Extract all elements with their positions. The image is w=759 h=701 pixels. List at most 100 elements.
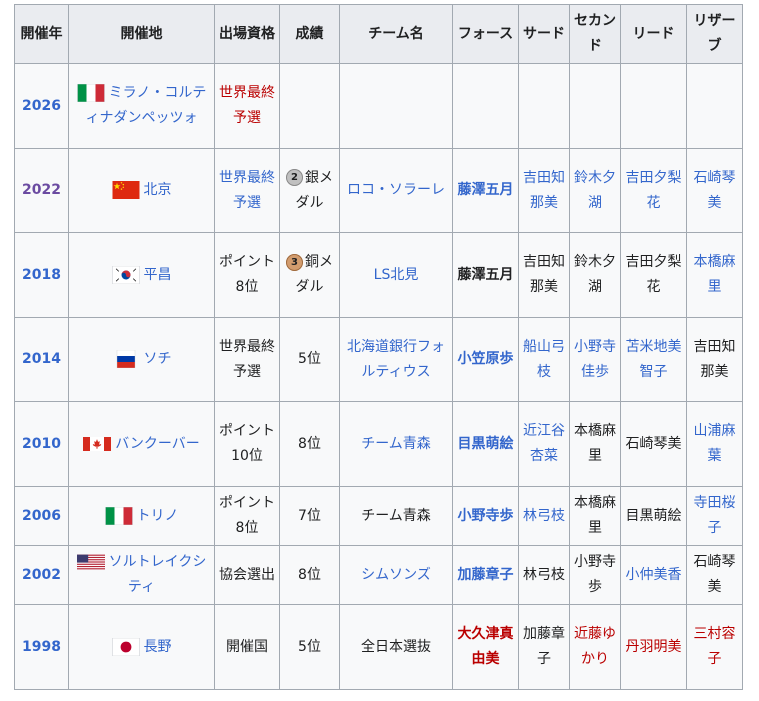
third-cell[interactable]: 吉田知那美 bbox=[518, 148, 570, 233]
second-cell[interactable]: 近藤ゆかり bbox=[569, 604, 621, 690]
fourth-cell[interactable]: 藤澤五月 bbox=[452, 148, 519, 233]
fourth-cell[interactable]: 小野寺歩 bbox=[452, 486, 519, 546]
venue-cell: 長野 bbox=[68, 604, 215, 690]
lead-cell[interactable]: 吉田夕梨花 bbox=[620, 148, 687, 233]
qualification-cell: ポイント10位 bbox=[214, 401, 280, 487]
venue-link[interactable]: ソチ bbox=[144, 351, 172, 367]
result-cell: 5位 bbox=[279, 604, 340, 690]
reserve-cell[interactable]: 寺田桜子 bbox=[686, 486, 743, 546]
lead-cell: 目黒萌絵 bbox=[620, 486, 687, 546]
fourth-cell: 藤澤五月 bbox=[452, 232, 519, 318]
venue-link[interactable]: 北京 bbox=[144, 182, 172, 198]
team-cell[interactable]: チーム青森 bbox=[339, 401, 453, 487]
qualification-cell: ポイント8位 bbox=[214, 486, 280, 546]
table-row: 2010 バンクーバー ポイント10位 8位 チーム青森 目黒萌絵 近江谷杏菜 … bbox=[14, 401, 743, 487]
qualification-cell: ポイント8位 bbox=[214, 232, 280, 318]
header-fourth[interactable]: フォース bbox=[452, 4, 519, 64]
table-row: 2006 トリノ ポイント8位 7位 チーム青森 小野寺歩 林弓枝 本橋麻里 目… bbox=[14, 486, 743, 546]
third-cell bbox=[518, 63, 570, 149]
team-cell[interactable]: 北海道銀行フォルティウス bbox=[339, 317, 453, 402]
lead-cell: 石崎琴美 bbox=[620, 401, 687, 487]
second-cell: 本橋麻里 bbox=[569, 486, 621, 546]
venue-cell: ミラノ・コルティナダンペッツォ bbox=[68, 63, 215, 149]
third-cell: 吉田知那美 bbox=[518, 232, 570, 318]
fourth-cell[interactable]: 小笠原歩 bbox=[452, 317, 519, 402]
header-second[interactable]: セカンド bbox=[569, 4, 621, 64]
reserve-cell[interactable]: 石崎琴美 bbox=[686, 148, 743, 233]
fourth-cell[interactable]: 大久津真由美 bbox=[452, 604, 519, 690]
lead-cell: 吉田夕梨花 bbox=[620, 232, 687, 318]
result-cell: 2 銀メダル bbox=[279, 148, 340, 233]
header-team[interactable]: チーム名 bbox=[339, 4, 453, 64]
year-cell[interactable]: 2006 bbox=[14, 486, 69, 546]
venue-link[interactable]: ソルトレイクシティ bbox=[109, 554, 207, 595]
reserve-cell[interactable]: 本橋麻里 bbox=[686, 232, 743, 318]
year-cell[interactable]: 2022 bbox=[14, 148, 69, 233]
qualification-cell: 開催国 bbox=[214, 604, 280, 690]
table-row: 2002 ソルトレイクシティ 協会選出 8位 シムソンズ 加藤章子 林弓枝 小野… bbox=[14, 545, 743, 605]
canada-flag-icon bbox=[83, 435, 112, 453]
venue-cell: ソルトレイクシティ bbox=[68, 545, 215, 605]
table-row: 2022 北京 世界最終予選 2 銀メダル ロコ・ソラーレ 藤澤五月 吉田知那美 … bbox=[14, 148, 743, 233]
year-cell[interactable]: 2014 bbox=[14, 317, 69, 402]
reserve-cell: 石崎琴美 bbox=[686, 545, 743, 605]
year-cell[interactable]: 2026 bbox=[14, 63, 69, 149]
result-cell: 7位 bbox=[279, 486, 340, 546]
venue-cell: バンクーバー bbox=[68, 401, 215, 487]
china-flag-icon bbox=[112, 181, 140, 199]
result-cell: 5位 bbox=[279, 317, 340, 402]
venue-cell: トリノ bbox=[68, 486, 215, 546]
team-cell[interactable]: LS北見 bbox=[339, 232, 453, 318]
year-cell[interactable]: 2010 bbox=[14, 401, 69, 487]
third-cell: 加藤章子 bbox=[518, 604, 570, 690]
fourth-cell[interactable]: 加藤章子 bbox=[452, 545, 519, 605]
venue-link[interactable]: トリノ bbox=[137, 508, 179, 524]
header-year[interactable]: 開催年 bbox=[14, 4, 69, 64]
venue-link[interactable]: 長野 bbox=[144, 639, 172, 655]
second-cell[interactable]: 鈴木夕湖 bbox=[569, 148, 621, 233]
venue-link[interactable]: バンクーバー bbox=[115, 436, 200, 452]
venue-link[interactable]: 平昌 bbox=[144, 267, 172, 283]
year-cell[interactable]: 1998 bbox=[14, 604, 69, 690]
team-cell[interactable]: ロコ・ソラーレ bbox=[339, 148, 453, 233]
russia-flag-icon bbox=[112, 350, 140, 368]
reserve-cell[interactable]: 山浦麻葉 bbox=[686, 401, 743, 487]
japan-flag-icon bbox=[111, 637, 140, 656]
bronze-medal-icon: 3 bbox=[286, 253, 303, 271]
lead-cell[interactable]: 丹羽明美 bbox=[620, 604, 687, 690]
third-cell[interactable]: 近江谷杏菜 bbox=[518, 401, 570, 487]
header-lead[interactable]: リード bbox=[620, 4, 687, 64]
venue-cell: 平昌 bbox=[68, 232, 215, 318]
lead-cell[interactable]: 小仲美香 bbox=[620, 545, 687, 605]
reserve-cell[interactable]: 三村容子 bbox=[686, 604, 743, 690]
header-venue[interactable]: 開催地 bbox=[68, 4, 215, 64]
reserve-cell: 吉田知那美 bbox=[686, 317, 743, 402]
fourth-cell[interactable]: 目黒萌絵 bbox=[452, 401, 519, 487]
qualification-cell[interactable]: 世界最終予選 bbox=[214, 148, 280, 233]
year-cell[interactable]: 2018 bbox=[14, 232, 69, 318]
usa-flag-icon bbox=[76, 553, 105, 571]
team-cell: 全日本選抜 bbox=[339, 604, 453, 690]
qualification-cell: 世界最終予選 bbox=[214, 317, 280, 402]
lead-cell[interactable]: 苫米地美智子 bbox=[620, 317, 687, 402]
qualification-cell[interactable]: 世界最終予選 bbox=[214, 63, 280, 149]
second-cell: 鈴木夕湖 bbox=[569, 232, 621, 318]
korea-flag-icon bbox=[111, 265, 140, 284]
table-row: 2026 ミラノ・コルティナダンペッツォ 世界最終予選 bbox=[14, 63, 743, 149]
qualification-cell: 協会選出 bbox=[214, 545, 280, 605]
header-qualification[interactable]: 出場資格 bbox=[214, 4, 280, 64]
fourth-cell bbox=[452, 63, 519, 149]
table-row: 2018 平昌 ポイント8位 3 銅メダル LS北見 藤澤五月 吉田知那美 鈴木夕… bbox=[14, 232, 743, 318]
header-row: 開催年 開催地 出場資格 成績 チーム名 フォース サード セカンド リード リ… bbox=[14, 4, 743, 64]
header-result[interactable]: 成績 bbox=[279, 4, 340, 64]
year-cell[interactable]: 2002 bbox=[14, 545, 69, 605]
lead-cell bbox=[620, 63, 687, 149]
italy-flag-icon bbox=[104, 506, 133, 525]
second-cell[interactable]: 小野寺佳歩 bbox=[569, 317, 621, 402]
third-cell[interactable]: 船山弓枝 bbox=[518, 317, 570, 402]
header-reserve[interactable]: リザーブ bbox=[686, 4, 743, 64]
second-cell bbox=[569, 63, 621, 149]
header-third[interactable]: サード bbox=[518, 4, 570, 64]
third-cell[interactable]: 林弓枝 bbox=[518, 486, 570, 546]
team-cell[interactable]: シムソンズ bbox=[339, 545, 453, 605]
